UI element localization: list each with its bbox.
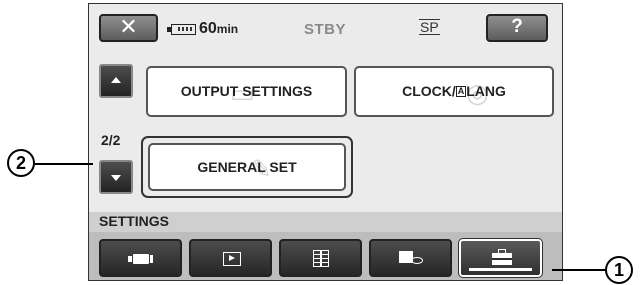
scroll-up-button[interactable]: [99, 64, 133, 98]
list-icon: [313, 250, 329, 267]
camera-icon: [128, 254, 153, 264]
battery-remaining: 60min: [199, 20, 239, 37]
callout-2: 2: [7, 149, 35, 177]
output-settings-label: OUTPUT SETTINGS: [180, 83, 313, 99]
general-set-button[interactable]: ✎ GENERAL SET: [148, 143, 346, 191]
help-button[interactable]: ?: [486, 14, 548, 42]
scroll-down-button[interactable]: [99, 160, 133, 194]
toolbox-icon: [492, 249, 512, 265]
playback-settings-tab[interactable]: [189, 239, 272, 277]
page-indicator: 2/2: [101, 132, 121, 148]
recording-mode: SP: [419, 19, 440, 35]
general-set-label: GENERAL SET: [197, 159, 297, 175]
language-icon: A: [455, 86, 467, 97]
callout-1: 1: [605, 256, 633, 284]
settings-label: SETTINGS: [99, 213, 170, 229]
output-settings-button[interactable]: ▭ OUTPUT SETTINGS: [146, 66, 347, 117]
active-tab-indicator: [469, 268, 532, 271]
status-bar: ✕ 60min STBY SP ?: [89, 4, 562, 50]
settings-header: SETTINGS: [89, 212, 562, 232]
close-icon: ✕: [119, 14, 138, 39]
edit-list-tab[interactable]: [279, 239, 362, 277]
playback-icon: [223, 252, 241, 266]
clock-lang-button[interactable]: ◎ CLOCK/A LANG: [354, 66, 554, 117]
callout-2-leader: [35, 163, 93, 165]
lcd-screen: ✕ 60min STBY SP ? 2/2 ▭ OUTPUT SETTINGS …: [88, 3, 563, 281]
tape-settings-tab[interactable]: [369, 239, 452, 277]
help-icon: ?: [511, 16, 523, 37]
callout-1-leader: [552, 269, 605, 271]
recording-status: STBY: [304, 21, 347, 38]
tape-icon: [399, 251, 423, 264]
close-button[interactable]: ✕: [99, 14, 158, 42]
battery-icon: [171, 24, 196, 35]
camera-settings-tab[interactable]: [99, 239, 182, 277]
clock-lang-label: CLOCK/A LANG: [402, 83, 506, 99]
general-settings-tab[interactable]: [458, 238, 543, 278]
